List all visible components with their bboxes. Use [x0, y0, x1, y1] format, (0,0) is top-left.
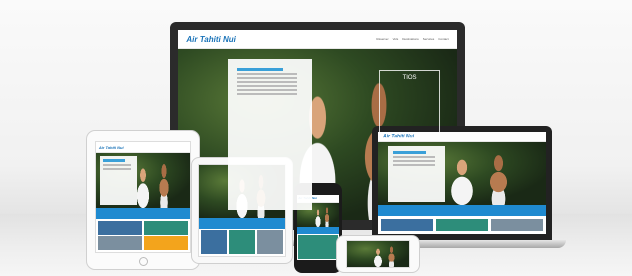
top-nav: Réserver Vols Destinations Services Cont… [376, 37, 448, 41]
smartphone-landscape [336, 235, 420, 273]
form-title-bar [393, 151, 427, 154]
tile-grid [297, 234, 339, 260]
booking-form[interactable] [99, 156, 138, 205]
promo-text: TIOS [402, 74, 417, 81]
home-button[interactable] [139, 257, 148, 266]
tile-grid [378, 216, 546, 234]
site-logo[interactable]: Air Tahiti Nui [99, 145, 124, 150]
promo-tile[interactable] [381, 218, 433, 231]
form-line [393, 156, 436, 158]
booking-form[interactable] [388, 145, 446, 202]
nav-item[interactable]: Destinations [402, 37, 419, 41]
blue-band [199, 217, 285, 229]
site-logo[interactable]: Air Tahiti Nui [186, 35, 235, 44]
promo-tile[interactable] [97, 235, 143, 251]
tile-grid [96, 219, 190, 252]
hero-image [347, 241, 409, 267]
form-line [393, 164, 436, 166]
form-line [102, 168, 132, 171]
promo-tile[interactable] [491, 218, 543, 231]
phone-screen [346, 240, 410, 268]
promo-tile[interactable] [143, 220, 189, 236]
nav-item[interactable]: Vols [393, 37, 399, 41]
form-line [236, 88, 297, 91]
hero-image [378, 142, 546, 206]
nav-item[interactable]: Services [423, 37, 435, 41]
nav-item[interactable]: Contact [438, 37, 448, 41]
nav-item[interactable]: Réserver [376, 37, 388, 41]
promo-tile[interactable] [436, 218, 488, 231]
tile-grid [199, 229, 285, 256]
promo-tile[interactable] [256, 230, 284, 255]
site-header: Air Tahiti Nui Réserver Vols Destination… [178, 30, 457, 49]
laptop: Air Tahiti Nui [372, 126, 552, 240]
form-title-bar [102, 159, 125, 163]
booking-form[interactable] [228, 59, 312, 210]
form-line [236, 76, 297, 79]
form-line [102, 164, 132, 167]
laptop-screen: Air Tahiti Nui [378, 132, 546, 234]
form-title-bar [236, 67, 284, 71]
promo-tile[interactable] [143, 235, 189, 251]
hero-image [96, 153, 190, 208]
blue-band [96, 208, 190, 219]
promo-tile[interactable] [228, 230, 256, 255]
site-header: Air Tahiti Nui [96, 142, 190, 153]
promo-box[interactable]: TIOS [378, 69, 441, 138]
form-line [236, 80, 297, 83]
promo-tile[interactable] [297, 234, 339, 260]
form-line [236, 84, 297, 87]
tablet-screen: Air Tahiti Nui [95, 141, 191, 253]
promo-tile[interactable] [97, 220, 143, 236]
form-line [236, 92, 297, 95]
promo-tile[interactable] [200, 230, 228, 255]
tablet-portrait: Air Tahiti Nui [86, 130, 200, 270]
form-line [236, 72, 297, 75]
form-line [393, 160, 436, 162]
blue-band [378, 205, 546, 216]
